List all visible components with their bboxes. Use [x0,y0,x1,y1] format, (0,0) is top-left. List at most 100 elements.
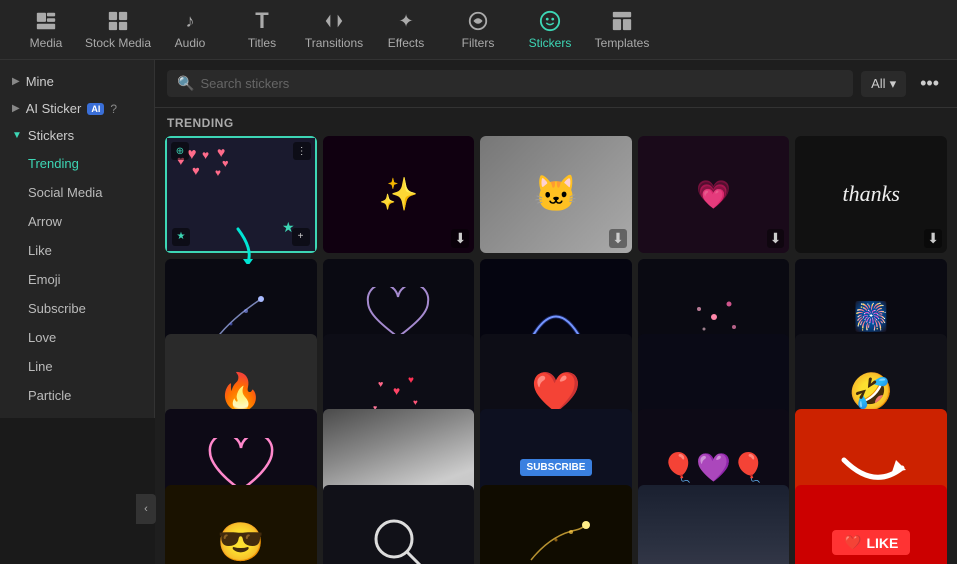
content-area: 🔍 All ▾ ••• TRENDING ♥ ♥ ♥ ♥ ♥ ♥ [155,60,957,564]
balloon-hearts-visual: 🎈💜🎈 [661,451,766,484]
nav-label-transitions: Transitions [305,36,363,50]
collapse-sidebar-button[interactable]: ‹ [136,494,156,524]
sticker-cell-like-badge[interactable]: ❤️LIKE ⬇ [795,485,947,564]
sparkle-burst-visual: ✨ [378,175,418,213]
options-icon[interactable]: ⋮ [293,142,311,160]
chevron-down-ai-icon: ▶ [12,103,20,114]
more-options-button[interactable]: ••• [914,71,945,96]
filters-icon [466,9,490,33]
sidebar-item-subscribe[interactable]: Subscribe [0,294,154,323]
sidebar-item-love[interactable]: Love [0,323,154,352]
section-label: TRENDING [155,108,957,136]
sidebar-group-ai-sticker[interactable]: ▶ AI Sticker AI ? [0,95,154,122]
like-badge-visual: ❤️LIKE [832,530,910,555]
sparkle-trail-visual [521,515,591,564]
nav-item-templates[interactable]: Templates [586,2,658,58]
sidebar-item-subscribe-label: Subscribe [28,301,86,316]
star-icon[interactable]: ★ [172,228,190,246]
sidebar-item-like[interactable]: Like [0,236,154,265]
titles-icon: T [250,9,274,33]
sidebar-item-particle-label: Particle [28,388,71,403]
download-icon-3[interactable]: ⬇ [609,229,627,248]
nav-item-stock-media[interactable]: Stock Media [82,2,154,58]
sidebar-item-particle[interactable]: Particle [0,381,154,410]
nav-item-stickers[interactable]: Stickers [514,2,586,58]
sidebar-item-line[interactable]: Line [0,352,154,381]
sticker-grid: ♥ ♥ ♥ ♥ ♥ ♥ ♥ ★ ⊕ ⋮ [155,136,957,564]
sidebar-item-like-label: Like [28,243,52,258]
sidebar-item-love-label: Love [28,330,56,345]
download-icon-2[interactable]: ⬇ [451,229,469,248]
audio-icon: ♪ [178,9,202,33]
cell-top-right-icons: ⋮ [293,142,311,160]
templates-icon [610,9,634,33]
preview-icon[interactable]: ⊕ [171,142,189,160]
media-icon [34,9,58,33]
nav-label-templates: Templates [595,36,650,50]
pink-glitter-visual: 💗 [696,178,731,211]
nav-item-titles[interactable]: T Titles [226,2,298,58]
svg-text:♥: ♥ [378,379,383,389]
filter-button[interactable]: All ▾ [861,71,906,97]
search-input[interactable] [200,76,843,91]
download-icon-5[interactable]: ⬇ [924,229,942,248]
sticker-cell-thanks[interactable]: thanks ⬇ [795,136,947,253]
nav-item-audio[interactable]: ♪ Audio [154,2,226,58]
add-sticker-icon[interactable]: + [292,228,310,246]
search-icon: 🔍 [177,75,194,92]
sticker-cell-cat[interactable]: 🐱 ⬇ [480,136,632,253]
sticker-cell-clouds[interactable]: ⬇ [638,485,790,564]
sidebar-item-line-label: Line [28,359,53,374]
nav-label-audio: Audio [175,36,206,50]
nav-item-filters[interactable]: Filters [442,2,514,58]
chevron-down-stickers-icon: ▼ [12,130,22,141]
sidebar-group-mine[interactable]: ▶ Mine [0,68,154,95]
sidebar-group-mine-label: Mine [26,74,54,89]
sticker-cell-pink-glitter[interactable]: 💗 ⬇ [638,136,790,253]
main-area: ▶ Mine ▶ AI Sticker AI ? ▼ Stickers Tren… [0,60,957,564]
svg-text:♥: ♥ [413,398,418,407]
stock-media-icon [106,9,130,33]
sticker-cell-sunglasses[interactable]: 😎 ⬇ [165,485,317,564]
sticker-cell-sparkle-burst[interactable]: ✨ ⬇ [323,136,475,253]
sidebar-item-emoji-label: Emoji [28,272,61,287]
sidebar-item-social-media[interactable]: Social Media [0,178,154,207]
search-bar: 🔍 All ▾ ••• [155,60,957,108]
thanks-visual: thanks [842,181,899,207]
sidebar-item-trending-label: Trending [28,156,79,171]
top-nav: Media Stock Media ♪ Audio T Titles Trans… [0,0,957,60]
cat-visual: 🐱 [534,173,579,215]
sunglasses-visual: 😎 [217,521,264,564]
nav-label-filters: Filters [462,36,495,50]
nav-item-transitions[interactable]: Transitions [298,2,370,58]
sidebar-item-arrow[interactable]: Arrow [0,207,154,236]
sticker-cell-magnifier[interactable]: ⬇ [323,485,475,564]
sticker-cell-sparkle-trail[interactable]: ⬇ [480,485,632,564]
sidebar-group-stickers[interactable]: ▼ Stickers [0,122,154,149]
sidebar-item-arrow-label: Arrow [28,214,62,229]
nav-label-stock-media: Stock Media [85,36,151,50]
sidebar: ▶ Mine ▶ AI Sticker AI ? ▼ Stickers Tren… [0,60,155,418]
nav-item-effects[interactable]: ✦ Effects [370,2,442,58]
cell-top-icons: ⊕ [171,142,189,160]
nav-label-media: Media [30,36,63,50]
nav-label-titles: Titles [248,36,276,50]
svg-text:♥: ♥ [408,375,414,386]
stickers-icon [538,9,562,33]
fireworks-visual: 🎆 [854,300,889,333]
transitions-icon [322,9,346,33]
nav-item-media[interactable]: Media [10,2,82,58]
sidebar-item-social-media-label: Social Media [28,185,102,200]
sidebar-group-ai-label: AI Sticker [26,101,82,116]
sticker-cell-hearts[interactable]: ♥ ♥ ♥ ♥ ♥ ♥ ♥ ★ ⊕ ⋮ [165,136,317,253]
laughing-visual: 🤣 [849,371,894,413]
ai-badge: AI [87,103,104,115]
magnifier-visual [368,513,428,564]
sidebar-item-trending[interactable]: Trending [0,149,154,178]
effects-icon: ✦ [394,9,418,33]
chevron-right-icon: ▶ [12,76,20,87]
download-icon-4[interactable]: ⬇ [767,229,785,248]
chevron-down-filter-icon: ▾ [890,76,897,92]
sidebar-item-emoji[interactable]: Emoji [0,265,154,294]
sidebar-group-stickers-label: Stickers [28,128,74,143]
